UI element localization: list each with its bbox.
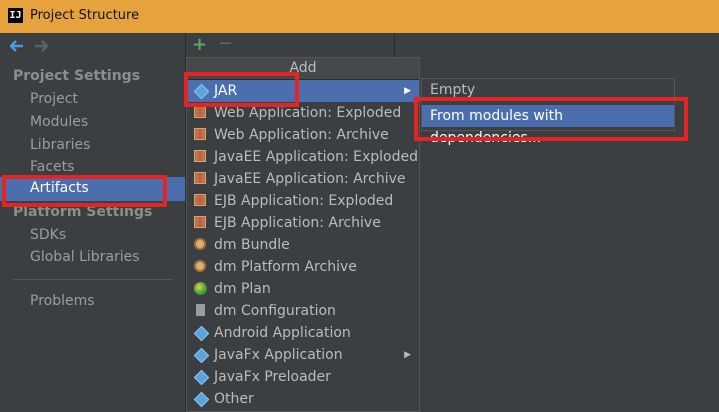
menu-item-dm-platform-archive[interactable]: dm Platform Archive	[187, 256, 419, 278]
ejb-icon	[194, 194, 208, 208]
add-artifact-menu: Add JAR ▶ Web Application: Exploded Web App…	[186, 57, 420, 412]
menu-item-dm-bundle[interactable]: dm Bundle	[187, 234, 419, 256]
add-icon[interactable]: +	[192, 34, 207, 55]
menu-item-label: dm Plan	[214, 281, 271, 297]
menu-item-label: JavaEE Application: Exploded	[214, 149, 418, 165]
web-app-icon	[194, 128, 208, 142]
menu-item-dm-plan[interactable]: dm Plan	[187, 278, 419, 300]
javafx-icon	[193, 369, 210, 386]
menu-item-web-application-archive[interactable]: Web Application: Archive	[187, 124, 419, 146]
sidebar-item-sdks[interactable]: SDKs	[30, 227, 66, 243]
web-app-icon	[194, 106, 208, 120]
android-icon	[193, 325, 210, 342]
sidebar-item-facets[interactable]: Facets	[30, 159, 74, 175]
highlight-box-artifacts	[2, 175, 167, 207]
sidebar-item-global-libraries[interactable]: Global Libraries	[30, 249, 140, 265]
javafx-icon	[193, 347, 210, 364]
menu-item-label: EJB Application: Exploded	[214, 193, 394, 209]
menu-item-label: JavaFx Preloader	[214, 369, 331, 385]
sidebar: Project Settings Project Modules Librari…	[0, 33, 185, 412]
back-arrow-icon[interactable]	[10, 40, 24, 52]
other-icon	[193, 391, 210, 408]
menu-item-label: dm Configuration	[214, 303, 336, 319]
menu-item-label: dm Platform Archive	[214, 259, 357, 275]
javaee-icon	[194, 172, 208, 186]
remove-icon[interactable]: −	[218, 33, 233, 54]
menu-item-label: Android Application	[214, 325, 351, 341]
javaee-icon	[194, 150, 208, 164]
dm-bundle-icon	[194, 238, 208, 252]
dm-config-icon	[194, 304, 208, 318]
sidebar-item-libraries[interactable]: Libraries	[30, 137, 90, 153]
ejb-icon	[194, 216, 208, 230]
project-settings-header: Project Settings	[13, 68, 141, 84]
menu-item-label: EJB Application: Archive	[214, 215, 381, 231]
highlight-box-from-modules	[414, 97, 688, 141]
highlight-box-jar	[184, 72, 299, 107]
menu-item-javaee-application-exploded[interactable]: JavaEE Application: Exploded	[187, 146, 419, 168]
menu-item-label: JavaFx Application	[214, 347, 343, 363]
menu-item-dm-configuration[interactable]: dm Configuration	[187, 300, 419, 322]
forward-arrow-icon[interactable]	[34, 40, 48, 52]
title-bar: IJ Project Structure	[0, 0, 719, 34]
menu-item-label: JavaEE Application: Archive	[214, 171, 406, 187]
menu-item-label: Other	[214, 391, 254, 407]
sidebar-divider	[13, 279, 173, 280]
menu-item-android-application[interactable]: Android Application	[187, 322, 419, 344]
sidebar-item-project[interactable]: Project	[30, 91, 78, 107]
menu-item-ejb-application-archive[interactable]: EJB Application: Archive	[187, 212, 419, 234]
menu-item-label: Web Application: Exploded	[214, 105, 402, 121]
menu-item-other[interactable]: Other	[187, 388, 419, 410]
dm-plan-icon	[194, 282, 208, 296]
sidebar-item-problems[interactable]: Problems	[30, 293, 95, 309]
app-logo-icon: IJ	[8, 8, 23, 23]
submenu-arrow-icon: ▶	[404, 350, 411, 360]
window-title: Project Structure	[30, 8, 140, 23]
menu-item-ejb-application-exploded[interactable]: EJB Application: Exploded	[187, 190, 419, 212]
menu-item-javafx-preloader[interactable]: JavaFx Preloader	[187, 366, 419, 388]
dm-platform-icon	[194, 260, 208, 274]
menu-item-javafx-application[interactable]: JavaFx Application ▶	[187, 344, 419, 366]
menu-item-label: Web Application: Archive	[214, 127, 389, 143]
menu-item-javaee-application-archive[interactable]: JavaEE Application: Archive	[187, 168, 419, 190]
menu-item-label: dm Bundle	[214, 237, 290, 253]
submenu-arrow-icon: ▶	[404, 86, 411, 96]
sidebar-item-modules[interactable]: Modules	[30, 114, 88, 130]
